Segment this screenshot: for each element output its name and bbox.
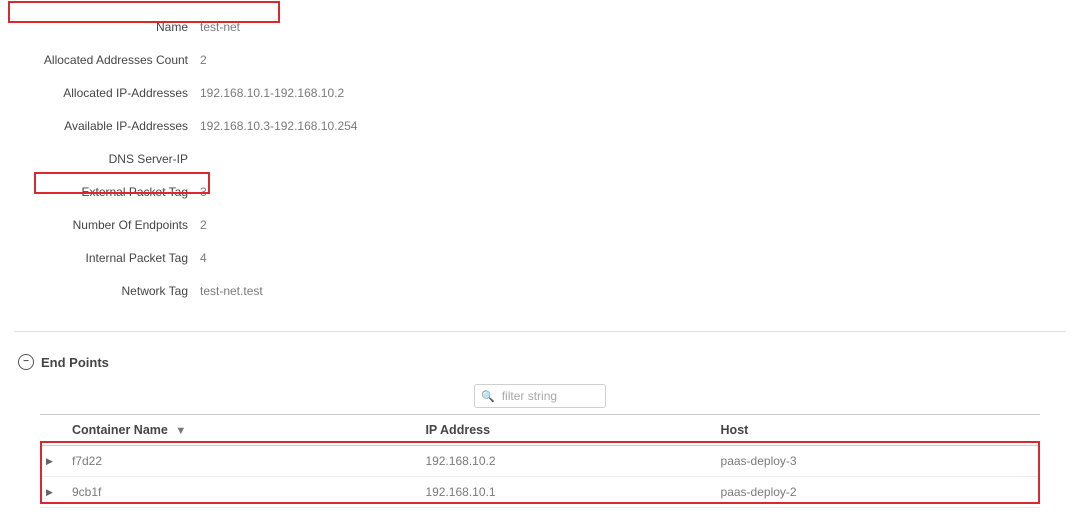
detail-label: External Packet Tag <box>14 185 200 199</box>
detail-value: test-net.test <box>200 284 263 298</box>
cell-host: paas-deploy-2 <box>707 477 1040 508</box>
col-header-host[interactable]: Host <box>707 415 1040 446</box>
collapse-icon[interactable]: − <box>18 354 34 370</box>
table-row[interactable]: ▶ 9cb1f 192.168.10.1 paas-deploy-2 <box>40 477 1040 508</box>
detail-row-endpoints-count: Number Of Endpoints 2 <box>14 208 1066 241</box>
detail-row-name: Name test-net <box>14 10 1066 43</box>
detail-label: Allocated Addresses Count <box>14 53 200 67</box>
detail-value: 2 <box>200 218 207 232</box>
detail-label: Network Tag <box>14 284 200 298</box>
endpoints-table-wrap: Container Name ▼ IP Address Host ▶ f7d22… <box>40 414 1040 508</box>
detail-row-network-tag: Network Tag test-net.test <box>14 274 1066 307</box>
cell-host: paas-deploy-3 <box>707 446 1040 477</box>
filter-box[interactable]: 🔍 <box>474 384 606 408</box>
detail-label: Number Of Endpoints <box>14 218 200 232</box>
search-icon: 🔍 <box>481 390 495 403</box>
detail-value: 192.168.10.1-192.168.10.2 <box>200 86 344 100</box>
detail-row-dns-server-ip: DNS Server-IP <box>14 142 1066 175</box>
col-header-ip-address[interactable]: IP Address <box>411 415 706 446</box>
filter-input[interactable] <box>500 388 592 404</box>
cell-ip-address: 192.168.10.1 <box>411 477 706 508</box>
detail-label: Available IP-Addresses <box>14 119 200 133</box>
detail-row-allocated-count: Allocated Addresses Count 2 <box>14 43 1066 76</box>
detail-row-available-ips: Available IP-Addresses 192.168.10.3-192.… <box>14 109 1066 142</box>
details-panel: Name test-net Allocated Addresses Count … <box>0 0 1080 307</box>
divider <box>14 331 1066 332</box>
detail-label: DNS Server-IP <box>14 152 200 166</box>
detail-value: 192.168.10.3-192.168.10.254 <box>200 119 357 133</box>
filter-wrap: 🔍 <box>0 384 1080 408</box>
detail-row-external-packet-tag: External Packet Tag 3 <box>14 175 1066 208</box>
cell-container-name: f7d22 <box>58 446 411 477</box>
row-expand-icon[interactable]: ▶ <box>40 446 58 477</box>
cell-container-name: 9cb1f <box>58 477 411 508</box>
col-header-container-name[interactable]: Container Name ▼ <box>58 415 411 446</box>
section-header-endpoints[interactable]: − End Points <box>18 354 1080 370</box>
detail-label: Allocated IP-Addresses <box>14 86 200 100</box>
detail-row-allocated-ips: Allocated IP-Addresses 192.168.10.1-192.… <box>14 76 1066 109</box>
row-expand-icon[interactable]: ▶ <box>40 477 58 508</box>
detail-value: test-net <box>200 20 240 34</box>
detail-value: 3 <box>200 185 207 199</box>
detail-value: 4 <box>200 251 207 265</box>
detail-label: Name <box>14 20 200 34</box>
endpoints-table: Container Name ▼ IP Address Host ▶ f7d22… <box>40 414 1040 508</box>
col-header-label: Container Name <box>72 423 168 437</box>
section-title: End Points <box>41 355 109 370</box>
detail-label: Internal Packet Tag <box>14 251 200 265</box>
cell-ip-address: 192.168.10.2 <box>411 446 706 477</box>
detail-value: 2 <box>200 53 207 67</box>
table-row[interactable]: ▶ f7d22 192.168.10.2 paas-deploy-3 <box>40 446 1040 477</box>
detail-row-internal-packet-tag: Internal Packet Tag 4 <box>14 241 1066 274</box>
sort-descending-icon[interactable]: ▼ <box>175 425 186 437</box>
table-header-row: Container Name ▼ IP Address Host <box>40 415 1040 446</box>
